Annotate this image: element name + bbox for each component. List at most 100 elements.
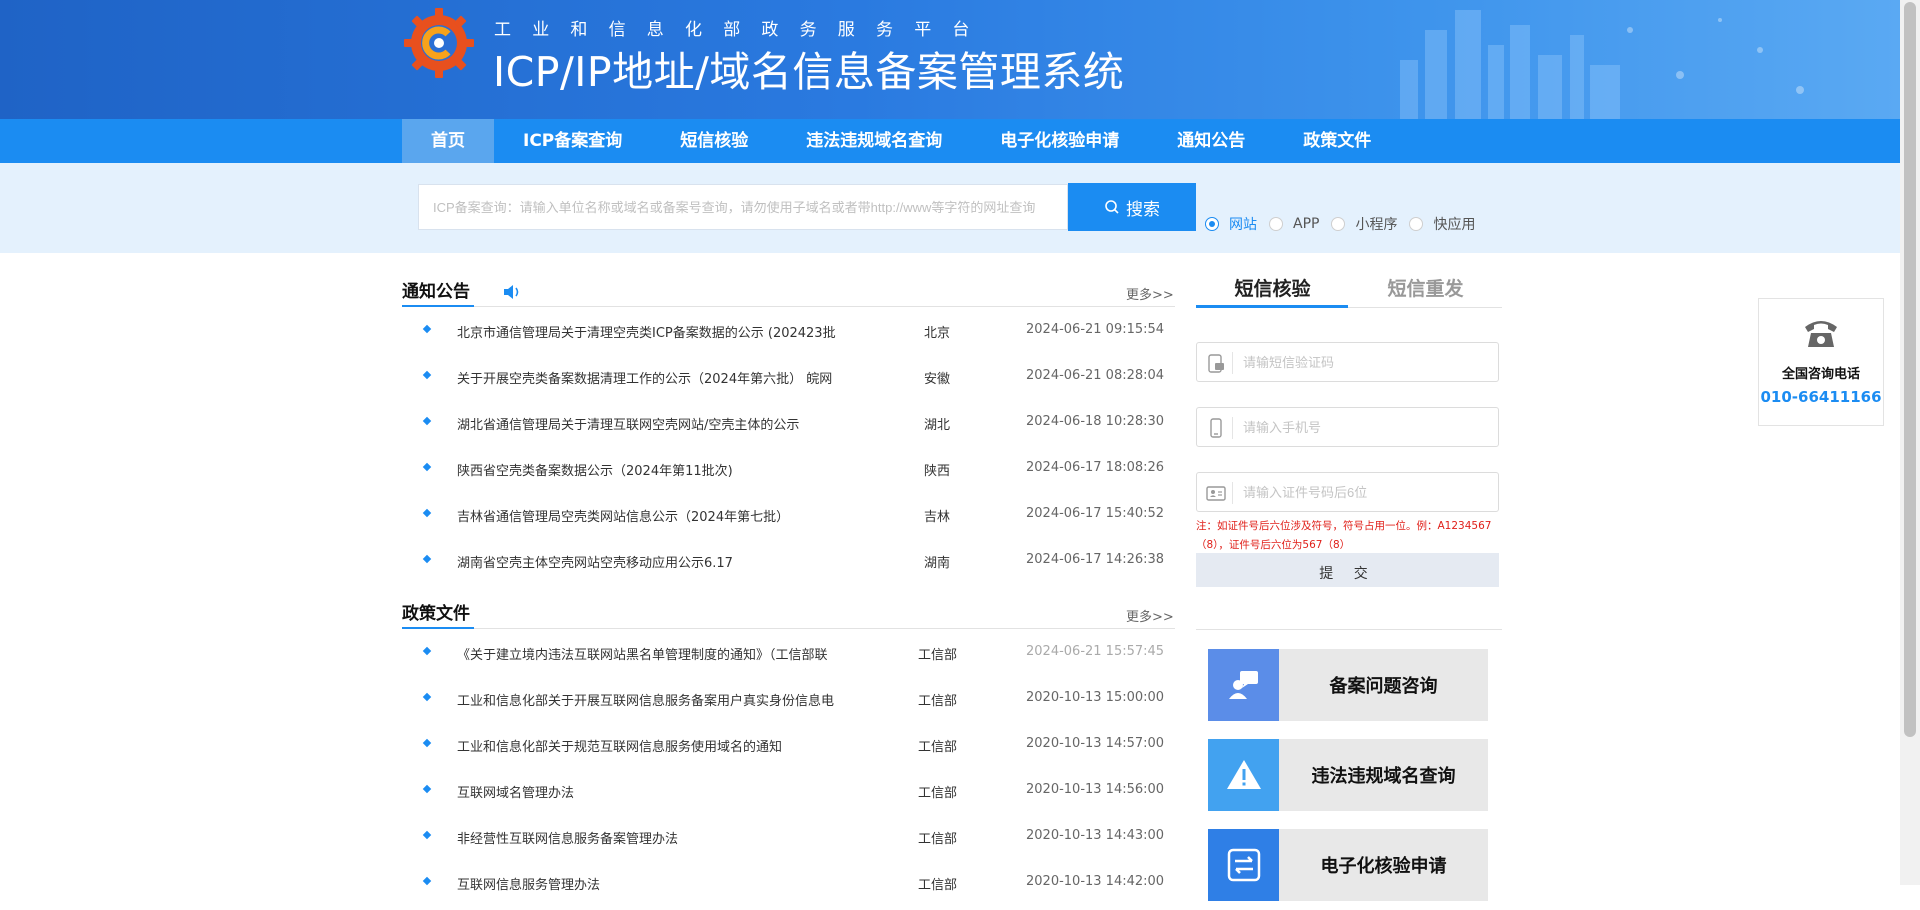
phone-input[interactable]: [1243, 408, 1493, 446]
page-scrollbar[interactable]: [1900, 0, 1920, 885]
hotline-label: 全国咨询电话: [1781, 367, 1860, 382]
bullet-icon: [422, 692, 432, 702]
item-region: 北京: [924, 326, 951, 341]
sms-code-input[interactable]: [1243, 343, 1493, 381]
header-title: ICP/IP地址/域名信息备案管理系统: [493, 48, 1125, 96]
item-date: 2024-06-17 15:40:52: [1026, 506, 1165, 521]
item-title[interactable]: 《关于建立境内违法互联网站黑名单管理制度的通知》（工信部联: [457, 644, 867, 663]
scrollbar-thumb[interactable]: [1904, 2, 1916, 737]
item-title[interactable]: 工业和信息化部关于开展互联网信息服务备案用户真实身份信息电: [457, 690, 867, 709]
list-item[interactable]: 湖南省空壳主体空壳网站空壳移动应用公示6.17 湖南 2024-06-17 14…: [402, 542, 1175, 588]
nav-item-notices[interactable]: 通知公告: [1148, 119, 1274, 163]
warning-icon: [1208, 739, 1279, 811]
item-date: 2020-10-13 14:42:00: [1026, 874, 1165, 889]
id-number-input[interactable]: [1243, 473, 1493, 511]
item-title[interactable]: 湖北省通信管理局关于清理互联网空壳网站/空壳主体的公示: [457, 414, 867, 433]
list-item[interactable]: 湖北省通信管理局关于清理互联网空壳网站/空壳主体的公示 湖北 2024-06-1…: [402, 404, 1175, 450]
item-title[interactable]: 吉林省通信管理局空壳类网站信息公示（2024年第七批）: [457, 506, 867, 525]
item-date: 2024-06-21 15:57:45: [1026, 644, 1165, 659]
nav-item-home[interactable]: 首页: [402, 119, 494, 163]
list-item[interactable]: 关于开展空壳类备案数据清理工作的公示（2024年第六批） 皖网 安徽 2024-…: [402, 358, 1175, 404]
radio-dot: [1205, 217, 1219, 231]
bullet-icon: [422, 508, 432, 518]
item-title[interactable]: 湖南省空壳主体空壳网站空壳移动应用公示6.17: [457, 552, 867, 571]
id-number-field: [1196, 472, 1499, 512]
sms-code-field: [1196, 342, 1499, 382]
search-type-radios: 网站 APP 小程序 快应用: [1205, 214, 1487, 234]
item-title[interactable]: 非经营性互联网信息服务备案管理办法: [457, 828, 867, 847]
item-date: 2024-06-17 18:08:26: [1026, 460, 1165, 475]
e-verify-apply-label: 电子化核验申请: [1320, 856, 1447, 877]
radio-website[interactable]: 网站: [1205, 214, 1257, 234]
phone-field: [1196, 407, 1499, 447]
bullet-icon: [422, 416, 432, 426]
item-date: 2024-06-18 10:28:30: [1026, 414, 1165, 429]
bullet-icon: [422, 646, 432, 656]
transfer-icon: [1208, 829, 1279, 901]
nav-item-e-verify[interactable]: 电子化核验申请: [971, 119, 1148, 163]
item-title[interactable]: 陕西省空壳类备案数据公示（2024年第11批次): [457, 460, 867, 479]
radio-app[interactable]: APP: [1269, 216, 1319, 232]
item-region: 工信部: [918, 786, 958, 801]
radio-quick-app[interactable]: 快应用: [1409, 214, 1475, 234]
radio-label: 快应用: [1433, 217, 1476, 233]
bullet-icon: [422, 370, 432, 380]
list-item[interactable]: 互联网信息服务管理办法 工信部 2020-10-13 14:42:00: [402, 864, 1175, 910]
radio-mini-program[interactable]: 小程序: [1331, 214, 1397, 234]
main-nav: 首页 ICP备案查询 短信核验 违法违规域名查询 电子化核验申请 通知公告 政策…: [0, 119, 1900, 163]
item-title[interactable]: 关于开展空壳类备案数据清理工作的公示（2024年第六批） 皖网: [457, 368, 867, 387]
tab-sms-resend[interactable]: 短信重发: [1349, 274, 1502, 301]
item-region: 工信部: [918, 878, 958, 893]
list-item[interactable]: 互联网域名管理办法 工信部 2020-10-13 14:56:00: [402, 772, 1175, 818]
search-button[interactable]: 搜索: [1068, 183, 1196, 231]
section-underline: [402, 627, 474, 629]
consult-label: 备案问题咨询: [1329, 676, 1438, 697]
consult-button[interactable]: 备案问题咨询: [1208, 649, 1488, 721]
policies-list: 《关于建立境内违法互联网站黑名单管理制度的通知》（工信部联 工信部 2024-0…: [402, 634, 1175, 910]
search-icon: [1105, 200, 1119, 214]
item-date: 2020-10-13 14:57:00: [1026, 736, 1165, 751]
consult-icon: [1208, 649, 1279, 721]
item-title[interactable]: 工业和信息化部关于规范互联网信息服务使用域名的通知: [457, 736, 867, 755]
list-item[interactable]: 《关于建立境内违法互联网站黑名单管理制度的通知》（工信部联 工信部 2024-0…: [402, 634, 1175, 680]
item-title[interactable]: 北京市通信管理局关于清理空壳类ICP备案数据的公示 (202423批: [457, 322, 867, 341]
mobile-phone-icon: [1210, 418, 1222, 438]
radio-label: 小程序: [1355, 217, 1398, 233]
policies-more-link[interactable]: 更多>>: [1126, 606, 1174, 625]
miit-logo[interactable]: [402, 6, 476, 80]
notices-list: 北京市通信管理局关于清理空壳类ICP备案数据的公示 (202423批 北京 20…: [402, 312, 1175, 588]
list-item[interactable]: 陕西省空壳类备案数据公示（2024年第11批次) 陕西 2024-06-17 1…: [402, 450, 1175, 496]
item-region: 陕西: [924, 464, 951, 479]
e-verify-apply-button[interactable]: 电子化核验申请: [1208, 829, 1488, 901]
illegal-domain-query-button[interactable]: 违法违规域名查询: [1208, 739, 1488, 811]
list-item[interactable]: 工业和信息化部关于规范互联网信息服务使用域名的通知 工信部 2020-10-13…: [402, 726, 1175, 772]
telephone-icon: [1805, 321, 1837, 347]
nav-item-illegal-domain[interactable]: 违法违规域名查询: [777, 119, 971, 163]
list-item[interactable]: 吉林省通信管理局空壳类网站信息公示（2024年第七批） 吉林 2024-06-1…: [402, 496, 1175, 542]
hotline-box: 全国咨询电话 010-66411166: [1758, 298, 1884, 426]
header-subtitle: 工业和信息化部政务服务平台: [494, 20, 991, 40]
radio-dot: [1409, 217, 1424, 231]
bullet-icon: [422, 324, 432, 334]
search-band: 搜索 网站 APP 小程序 快应用: [0, 163, 1900, 253]
item-title[interactable]: 互联网域名管理办法: [457, 782, 867, 801]
nav-item-policies[interactable]: 政策文件: [1274, 119, 1400, 163]
notices-more-link[interactable]: 更多>>: [1126, 284, 1174, 303]
sms-tabs: 短信核验 短信重发: [1196, 271, 1502, 308]
submit-button[interactable]: 提 交: [1196, 553, 1499, 587]
city-skyline-decoration: [1400, 10, 1804, 119]
tab-sms-verify[interactable]: 短信核验: [1196, 274, 1349, 301]
list-item[interactable]: 工业和信息化部关于开展互联网信息服务备案用户真实身份信息电 工信部 2020-1…: [402, 680, 1175, 726]
nav-item-sms-verify[interactable]: 短信核验: [651, 119, 777, 163]
item-title[interactable]: 互联网信息服务管理办法: [457, 874, 867, 893]
bullet-icon: [422, 554, 432, 564]
divider: [402, 306, 1175, 307]
item-date: 2024-06-21 09:15:54: [1026, 322, 1165, 337]
list-item[interactable]: 非经营性互联网信息服务备案管理办法 工信部 2020-10-13 14:43:0…: [402, 818, 1175, 864]
radio-label: APP: [1293, 216, 1320, 232]
list-item[interactable]: 北京市通信管理局关于清理空壳类ICP备案数据的公示 (202423批 北京 20…: [402, 312, 1175, 358]
item-region: 工信部: [918, 648, 958, 663]
search-input[interactable]: [418, 184, 1068, 230]
nav-item-icp-query[interactable]: ICP备案查询: [494, 119, 651, 163]
sms-code-icon: [1208, 354, 1224, 373]
